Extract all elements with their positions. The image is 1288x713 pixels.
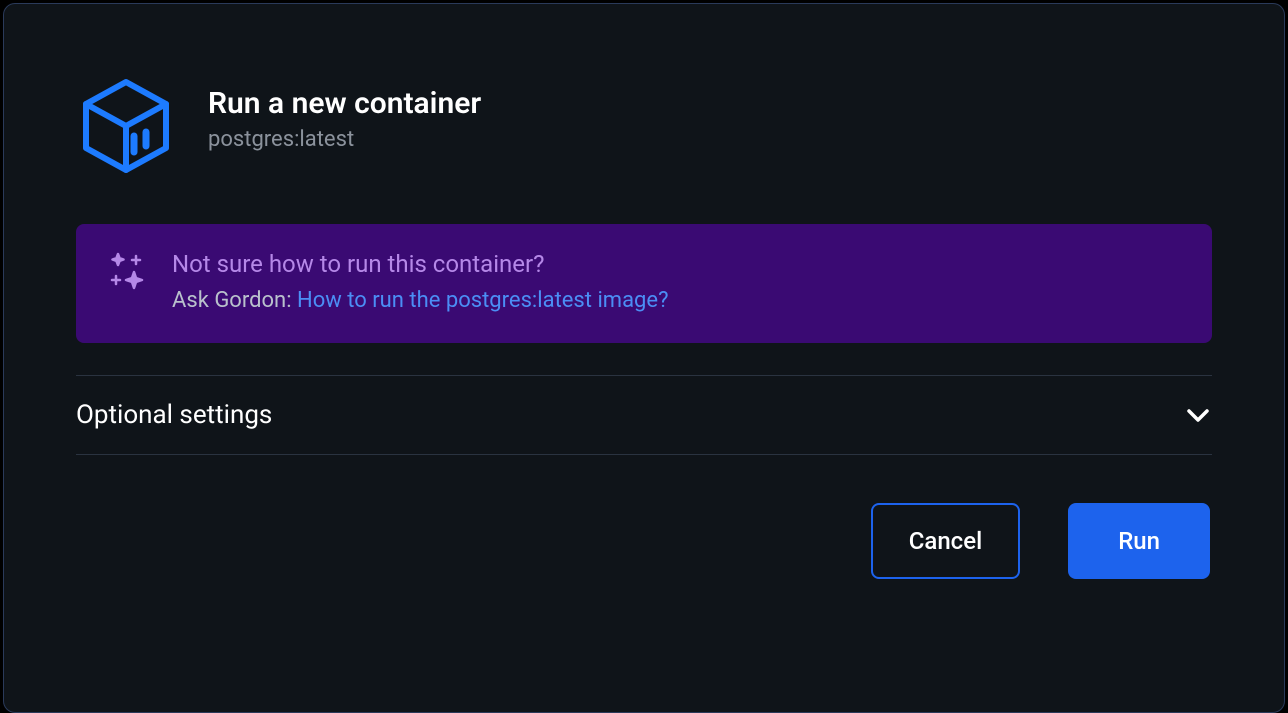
- help-banner: Not sure how to run this container? Ask …: [76, 224, 1212, 343]
- header-text: Run a new container postgres:latest: [208, 76, 481, 152]
- dialog-image-name: postgres:latest: [208, 127, 481, 152]
- sparkle-icon: [106, 250, 148, 292]
- run-button[interactable]: Run: [1068, 503, 1210, 579]
- ask-gordon-link[interactable]: How to run the postgres:latest image?: [297, 288, 668, 313]
- dialog-title: Run a new container: [208, 86, 481, 121]
- cancel-button[interactable]: Cancel: [871, 503, 1020, 579]
- banner-prompt-prefix: Ask Gordon:: [172, 288, 297, 313]
- container-icon: [76, 76, 176, 176]
- chevron-down-icon: [1184, 401, 1212, 429]
- optional-settings-label: Optional settings: [76, 400, 272, 430]
- dialog-actions: Cancel Run: [76, 503, 1212, 579]
- optional-settings-toggle[interactable]: Optional settings: [76, 375, 1212, 455]
- banner-title: Not sure how to run this container?: [172, 250, 1182, 278]
- banner-prompt: Ask Gordon: How to run the postgres:late…: [172, 288, 1182, 313]
- banner-text: Not sure how to run this container? Ask …: [172, 250, 1182, 313]
- dialog-header: Run a new container postgres:latest: [76, 76, 1212, 176]
- run-container-dialog: Run a new container postgres:latest Not …: [3, 3, 1285, 713]
